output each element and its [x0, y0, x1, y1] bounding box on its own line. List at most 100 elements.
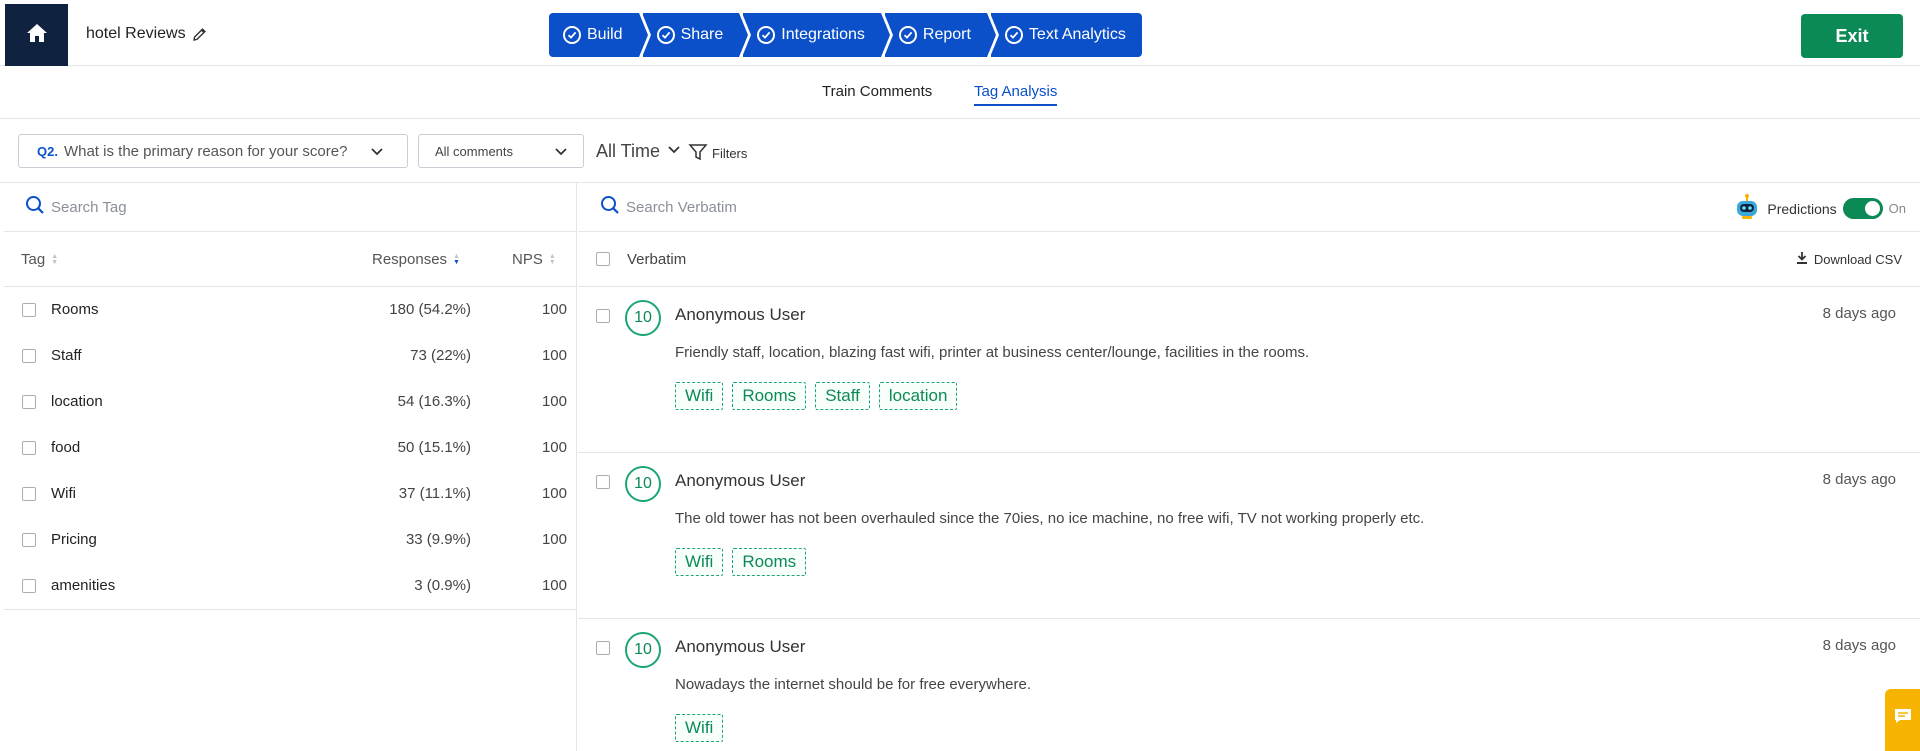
tag-name: food — [51, 439, 81, 456]
tag-responses: 50 (15.1%) — [397, 439, 471, 456]
sub-tabs: Train Comments Tag Analysis — [0, 66, 1920, 119]
tab-tag-analysis[interactable]: Tag Analysis — [974, 83, 1058, 106]
row-checkbox[interactable] — [22, 487, 36, 501]
table-row[interactable]: Wifi 37 (11.1%) 100 — [4, 471, 577, 517]
tag-name: Rooms — [51, 301, 99, 318]
tag-nps: 100 — [541, 439, 567, 456]
row-checkbox[interactable] — [596, 475, 610, 489]
tag-responses: 54 (16.3%) — [397, 393, 471, 410]
chevron-down-icon — [369, 143, 385, 163]
time-select-value: All Time — [596, 141, 661, 161]
table-row[interactable]: location 54 (16.3%) 100 — [4, 379, 577, 425]
score-badge: 10 — [625, 466, 661, 502]
tag-responses: 180 (54.2%) — [389, 301, 471, 318]
tags-panel: Tag ▲▼ Responses ▲▼ NPS ▲▼ Rooms 180 (54… — [4, 183, 577, 751]
filter-row: Q2. What is the primary reason for your … — [0, 119, 1920, 183]
step-label: Report — [922, 26, 971, 43]
row-checkbox[interactable] — [22, 533, 36, 547]
edit-pencil-icon[interactable] — [192, 27, 207, 42]
row-checkbox[interactable] — [22, 579, 36, 593]
table-row[interactable]: Rooms 180 (54.2%) 100 — [4, 287, 577, 333]
step-integrations[interactable]: Integrations — [742, 13, 890, 57]
tag-chip[interactable]: Staff — [815, 382, 870, 410]
chat-widget-button[interactable] — [1885, 689, 1920, 751]
table-row[interactable]: food 50 (15.1%) 100 — [4, 425, 577, 471]
row-checkbox[interactable] — [22, 349, 36, 363]
tags-table-body: Rooms 180 (54.2%) 100 Staff 73 (22%) 100… — [4, 287, 577, 609]
tag-name: amenities — [51, 577, 116, 594]
responses-column-label: Responses — [372, 251, 448, 268]
responses-column-header[interactable]: Responses ▲ ▼ — [372, 251, 460, 268]
nps-column-header[interactable]: NPS ▲ ▼ — [512, 251, 556, 268]
tag-chips: Wifi — [675, 714, 724, 742]
tag-chip[interactable]: Wifi — [675, 548, 724, 576]
sort-icon: ▲ ▼ — [51, 252, 59, 266]
sort-desc-icon: ▲ ▼ — [453, 252, 460, 266]
time-select[interactable]: All Time — [596, 141, 682, 162]
check-circle-icon — [656, 26, 675, 44]
timestamp: 8 days ago — [1822, 471, 1896, 488]
verbatim-search-input[interactable] — [626, 198, 1026, 216]
check-circle-icon — [563, 26, 581, 44]
tag-search-bar — [4, 183, 577, 232]
predictions-state: On — [1888, 201, 1906, 216]
predictions-label: Predictions — [1767, 200, 1837, 217]
tag-chip[interactable]: Rooms — [732, 548, 807, 576]
workflow-steps: Build Share Integrations Report Text Ana… — [549, 13, 1142, 57]
row-checkbox[interactable] — [22, 303, 36, 317]
tag-chips: Wifi Rooms Staff location — [675, 382, 958, 410]
chevron-down-icon — [553, 143, 569, 162]
verbatim-header: Verbatim Download CSV — [578, 232, 1920, 287]
tag-search-input[interactable] — [51, 198, 451, 216]
question-number: Q2. — [37, 143, 58, 159]
survey-title: hotel Reviews — [86, 25, 207, 43]
verbatim-card: 10 Anonymous User 8 days ago Friendly st… — [578, 287, 1920, 453]
row-checkbox[interactable] — [596, 309, 610, 323]
exit-button[interactable]: Exit — [1801, 14, 1903, 58]
tag-chip[interactable]: Wifi — [675, 382, 724, 410]
comments-select[interactable]: All comments — [418, 134, 584, 168]
tag-responses: 37 (11.1%) — [398, 485, 471, 502]
score-badge: 10 — [625, 300, 661, 336]
table-divider — [4, 609, 577, 610]
step-share[interactable]: Share — [641, 13, 748, 57]
download-csv-button[interactable]: Download CSV — [1796, 251, 1902, 268]
tag-chips: Wifi Rooms — [675, 548, 807, 576]
table-row[interactable]: amenities 3 (0.9%) 100 — [4, 563, 577, 609]
check-circle-icon — [757, 26, 776, 44]
question-select[interactable]: Q2. What is the primary reason for your … — [18, 134, 408, 168]
respondent-name: Anonymous User — [675, 471, 806, 490]
verbatim-text: The old tower has not been overhauled si… — [675, 510, 1425, 527]
step-report[interactable]: Report — [883, 13, 996, 57]
filters-label: Filters — [712, 146, 748, 161]
table-row[interactable]: Pricing 33 (9.9%) 100 — [4, 517, 577, 563]
step-label: Share — [680, 26, 724, 43]
table-row[interactable]: Staff 73 (22%) 100 — [4, 333, 577, 379]
download-csv-label: Download CSV — [1813, 252, 1902, 267]
verbatim-column-label: Verbatim — [627, 251, 687, 268]
respondent-name: Anonymous User — [675, 637, 806, 656]
download-icon — [1796, 251, 1808, 268]
respondent-name: Anonymous User — [675, 305, 806, 324]
tag-column-header[interactable]: Tag ▲ ▼ — [21, 251, 58, 268]
tag-nps: 100 — [541, 347, 567, 364]
select-all-checkbox[interactable] — [596, 252, 610, 266]
predictions-toggle[interactable] — [1842, 198, 1883, 219]
tab-train-comments[interactable]: Train Comments — [822, 83, 932, 104]
row-checkbox[interactable] — [22, 395, 36, 409]
filters-button[interactable]: Filters — [688, 142, 747, 165]
verbatim-search-bar: Predictions On — [578, 183, 1920, 232]
step-build[interactable]: Build — [549, 13, 648, 57]
tag-chip[interactable]: Rooms — [732, 382, 807, 410]
tag-chip[interactable]: location — [878, 382, 958, 410]
step-text-analytics[interactable]: Text Analytics — [989, 13, 1142, 57]
chevron-down-icon — [666, 141, 682, 162]
home-button[interactable] — [5, 4, 68, 66]
tag-chip[interactable]: Wifi — [675, 714, 724, 742]
tag-nps: 100 — [541, 301, 567, 318]
nps-column-label: NPS — [512, 251, 543, 268]
search-icon — [600, 195, 620, 220]
row-checkbox[interactable] — [596, 641, 610, 655]
row-checkbox[interactable] — [22, 441, 36, 455]
check-circle-icon — [898, 26, 917, 44]
